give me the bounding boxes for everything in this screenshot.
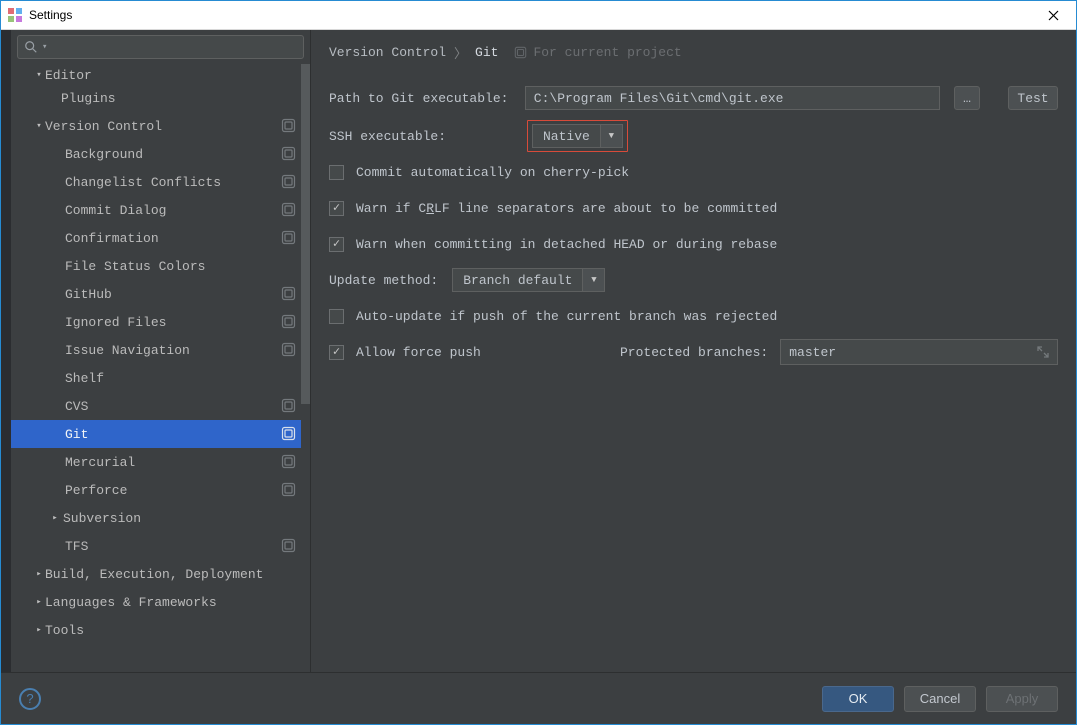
sidebar-item-file-status-colors[interactable]: File Status Colors: [11, 252, 310, 280]
project-scope-icon: [281, 230, 296, 245]
sidebar-item-perforce[interactable]: Perforce: [11, 476, 310, 504]
search-icon: [24, 40, 38, 54]
ssh-select[interactable]: Native ▼: [532, 124, 623, 148]
project-scope-icon: [281, 202, 296, 217]
sidebar-item-tfs[interactable]: TFS: [11, 532, 310, 560]
sidebar-item-changelist-conflicts[interactable]: Changelist Conflicts: [11, 168, 310, 196]
checkbox-detached-head[interactable]: [329, 237, 344, 252]
breadcrumb-parent[interactable]: Version Control: [329, 45, 446, 60]
chevron-down-icon: ▾: [33, 70, 45, 80]
sidebar-item-mercurial[interactable]: Mercurial: [11, 448, 310, 476]
sidebar-item-background[interactable]: Background: [11, 140, 310, 168]
main-panel: Version Control 〉 Git For current projec…: [311, 30, 1076, 672]
project-scope-icon: [281, 454, 296, 469]
chevron-down-icon: ▾: [42, 42, 47, 52]
breadcrumb-separator: 〉: [454, 43, 467, 62]
footer: ? OK Cancel Apply: [1, 672, 1076, 724]
git-path-input[interactable]: [525, 86, 940, 110]
sidebar-item-ignored-files[interactable]: Ignored Files: [11, 308, 310, 336]
breadcrumb: Version Control 〉 Git For current projec…: [329, 38, 1058, 66]
expand-icon: [1037, 346, 1049, 358]
project-scope-icon: [281, 174, 296, 189]
settings-window: Settings ▾ ▾ Editor Plugins: [0, 0, 1077, 725]
checkbox-cherrypick[interactable]: [329, 165, 344, 180]
update-method-value: Branch default: [463, 273, 572, 288]
project-scope-tag: For current project: [514, 45, 681, 60]
sidebar-item-version-control[interactable]: ▾ Version Control: [11, 112, 310, 140]
sidebar-scrollbar[interactable]: [301, 64, 310, 672]
protected-branches-label: Protected branches:: [620, 345, 768, 360]
chevron-right-icon: ▸: [49, 513, 61, 523]
titlebar: Settings: [1, 1, 1076, 30]
breadcrumb-current: Git: [475, 45, 498, 60]
sidebar-item-subversion[interactable]: ▸Subversion: [11, 504, 310, 532]
checkbox-crlf[interactable]: [329, 201, 344, 216]
left-gutter: [1, 30, 11, 672]
protected-branches-value: master: [789, 345, 836, 360]
project-scope-icon: [281, 146, 296, 161]
checkbox-detached-head-label: Warn when committing in detached HEAD or…: [356, 237, 777, 252]
test-button[interactable]: Test: [1008, 86, 1058, 110]
sidebar-item-tools[interactable]: ▸Tools: [11, 616, 310, 644]
project-scope-icon: [281, 538, 296, 553]
sidebar-item-plugins[interactable]: Plugins: [11, 84, 310, 112]
chevron-right-icon: ▸: [33, 625, 45, 635]
update-method-select[interactable]: Branch default ▼: [452, 268, 605, 292]
checkbox-force-push[interactable]: [329, 345, 344, 360]
cancel-button[interactable]: Cancel: [904, 686, 976, 712]
chevron-right-icon: ▸: [33, 569, 45, 579]
sidebar-item-github[interactable]: GitHub: [11, 280, 310, 308]
sidebar-item-cvs[interactable]: CVS: [11, 392, 310, 420]
chevron-down-icon: ▼: [583, 268, 605, 292]
sidebar-item-git[interactable]: Git: [11, 420, 310, 448]
chevron-down-icon: ▾: [33, 121, 45, 131]
project-scope-icon: [514, 46, 527, 59]
ssh-highlight: Native ▼: [527, 120, 628, 152]
project-scope-icon: [281, 286, 296, 301]
ok-button[interactable]: OK: [822, 686, 894, 712]
sidebar: ▾ ▾ Editor Plugins ▾ Version Control Bac…: [11, 30, 311, 672]
sidebar-item-commit-dialog[interactable]: Commit Dialog: [11, 196, 310, 224]
checkbox-force-push-label: Allow force push: [356, 345, 506, 360]
window-title: Settings: [29, 8, 72, 22]
update-method-label: Update method:: [329, 273, 438, 288]
sidebar-item-languages[interactable]: ▸Languages & Frameworks: [11, 588, 310, 616]
ssh-select-value: Native: [543, 129, 590, 144]
project-scope-icon: [281, 482, 296, 497]
sidebar-item-editor[interactable]: ▾ Editor: [11, 66, 310, 84]
apply-button[interactable]: Apply: [986, 686, 1058, 712]
protected-branches-input[interactable]: master: [780, 339, 1058, 365]
close-button[interactable]: [1031, 1, 1076, 29]
project-scope-icon: [281, 426, 296, 441]
project-scope-icon: [281, 314, 296, 329]
chevron-right-icon: ▸: [33, 597, 45, 607]
help-button[interactable]: ?: [19, 688, 41, 710]
checkbox-cherrypick-label: Commit automatically on cherry-pick: [356, 165, 629, 180]
project-scope-icon: [281, 398, 296, 413]
checkbox-autoupdate-label: Auto-update if push of the current branc…: [356, 309, 777, 324]
app-icon: [7, 7, 23, 23]
main-scrollbar[interactable]: [1066, 30, 1076, 672]
sidebar-item-shelf[interactable]: Shelf: [11, 364, 310, 392]
sidebar-item-issue-navigation[interactable]: Issue Navigation: [11, 336, 310, 364]
path-label: Path to Git executable:: [329, 91, 511, 106]
chevron-down-icon: ▼: [601, 124, 623, 148]
sidebar-scrollbar-thumb[interactable]: [301, 64, 310, 404]
search-input[interactable]: ▾: [17, 35, 304, 59]
settings-tree: ▾ Editor Plugins ▾ Version Control Backg…: [11, 64, 310, 672]
checkbox-crlf-label: Warn if CRLF line separators are about t…: [356, 201, 777, 216]
sidebar-item-build[interactable]: ▸Build, Execution, Deployment: [11, 560, 310, 588]
browse-button[interactable]: …: [954, 86, 980, 110]
project-scope-icon: [281, 118, 296, 133]
project-scope-icon: [281, 342, 296, 357]
sidebar-item-confirmation[interactable]: Confirmation: [11, 224, 310, 252]
checkbox-autoupdate[interactable]: [329, 309, 344, 324]
ssh-label: SSH executable:: [329, 129, 513, 144]
